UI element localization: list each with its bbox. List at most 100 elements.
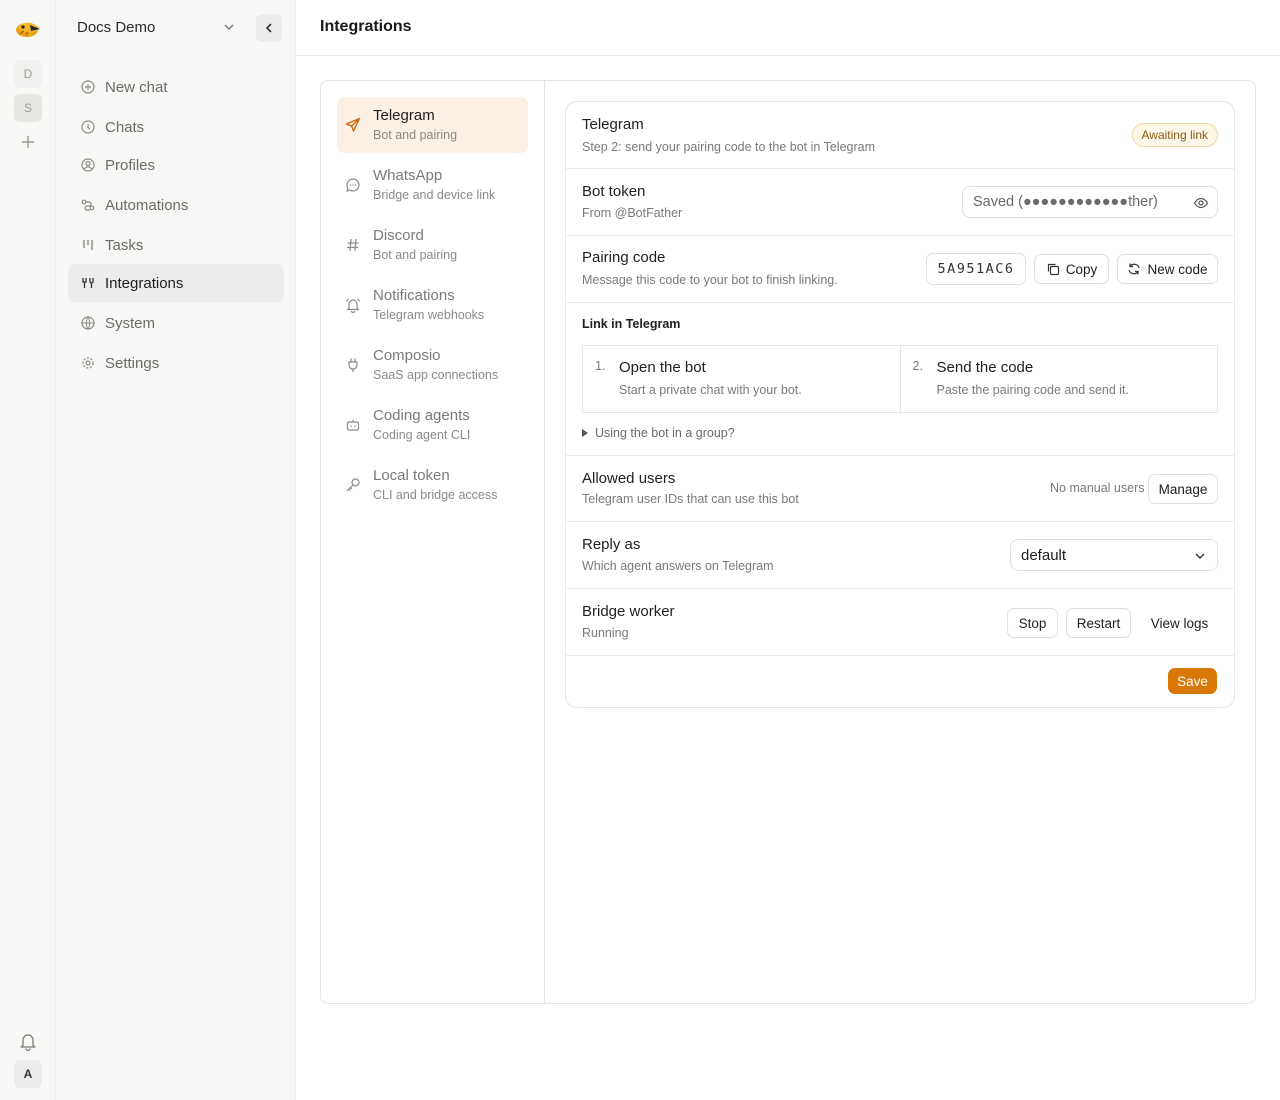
sidebar-item-label: Profiles bbox=[105, 156, 156, 174]
status-badge: Awaiting link bbox=[1131, 123, 1218, 147]
sidebar-item-label: Settings bbox=[105, 354, 160, 372]
collapse-sidebar-button[interactable] bbox=[256, 14, 282, 42]
plug-icon bbox=[345, 357, 361, 373]
bot-token-hint: From @BotFather bbox=[582, 206, 683, 220]
new-code-label: New code bbox=[1147, 261, 1208, 277]
reply-as-hint: Which agent answers on Telegram bbox=[582, 559, 774, 573]
subnav-item-notifications[interactable]: Notifications Telegram webhooks bbox=[337, 277, 528, 333]
subnav-title: Telegram bbox=[373, 107, 435, 124]
sidebar-item-chats[interactable]: Chats bbox=[68, 108, 284, 146]
sidebar-item-label: Integrations bbox=[105, 274, 184, 292]
eye-icon[interactable] bbox=[1193, 195, 1209, 211]
copy-label: Copy bbox=[1065, 261, 1098, 277]
subnav-title: Local token bbox=[373, 467, 450, 484]
reply-as-select[interactable]: default bbox=[1010, 539, 1218, 571]
bridge-worker-label: Bridge worker bbox=[582, 603, 675, 620]
copy-button[interactable]: Copy bbox=[1034, 254, 1109, 284]
integrations-icon bbox=[81, 276, 95, 290]
workspace-d[interactable]: D bbox=[14, 60, 42, 88]
link-section-title: Link in Telegram bbox=[582, 317, 681, 331]
add-workspace-icon[interactable] bbox=[20, 134, 36, 150]
workspace-rail: D S A bbox=[0, 0, 56, 1100]
page-title: Integrations bbox=[320, 18, 412, 35]
view-logs-button[interactable]: View logs bbox=[1141, 608, 1218, 638]
subnav-item-coding-agents[interactable]: Coding agents Coding agent CLI bbox=[337, 397, 528, 453]
step-number: 1. bbox=[595, 359, 606, 373]
bridge-worker-status: Running bbox=[582, 626, 629, 640]
refresh-icon bbox=[1127, 262, 1141, 276]
user-circle-icon bbox=[81, 158, 95, 172]
step-subtitle: Paste the pairing code and send it. bbox=[936, 383, 1130, 397]
key-icon bbox=[345, 477, 361, 493]
sidebar-item-label: System bbox=[105, 314, 156, 332]
hash-icon bbox=[345, 237, 361, 253]
subnav-subtitle: Bot and pairing bbox=[373, 128, 458, 142]
globe-icon bbox=[81, 316, 95, 330]
sidebar-item-new-chat[interactable]: New chat bbox=[68, 68, 284, 106]
bot-token-label: Bot token bbox=[582, 183, 646, 200]
reply-as-value: default bbox=[1021, 546, 1067, 564]
pairing-code-row: Pairing code Message this code to your b… bbox=[566, 236, 1234, 303]
step-title: Send the code bbox=[936, 359, 1034, 376]
workspace-s[interactable]: S bbox=[14, 94, 42, 122]
link-steps: 1. Open the bot Start a private chat wit… bbox=[582, 345, 1218, 413]
subnav-item-discord[interactable]: Discord Bot and pairing bbox=[337, 217, 528, 273]
pairing-code-value: 5A951AC6 bbox=[926, 253, 1026, 285]
sidebar-item-label: Chats bbox=[105, 118, 145, 136]
subnav-subtitle: SaaS app connections bbox=[373, 368, 499, 382]
subnav-subtitle: Telegram webhooks bbox=[373, 308, 485, 322]
subnav-subtitle: Coding agent CLI bbox=[373, 428, 471, 442]
card-header: Telegram Step 2: send your pairing code … bbox=[566, 102, 1234, 169]
copy-icon bbox=[1046, 262, 1060, 276]
sidebar-item-profiles[interactable]: Profiles bbox=[68, 146, 284, 184]
allowed-users-label: Allowed users bbox=[582, 470, 676, 487]
telegram-card: Telegram Step 2: send your pairing code … bbox=[565, 101, 1235, 708]
sidebar-item-settings[interactable]: Settings bbox=[68, 344, 284, 382]
sidebar: Docs Demo New chat Chats Profiles Automa… bbox=[56, 0, 296, 1100]
sidebar-item-integrations[interactable]: Integrations bbox=[68, 264, 284, 302]
clock-icon bbox=[81, 120, 95, 134]
app-logo-icon[interactable] bbox=[14, 16, 42, 40]
group-usage-disclosure[interactable]: Using the bot in a group? bbox=[582, 426, 735, 440]
subnav-title: WhatsApp bbox=[373, 167, 443, 184]
subnav-item-local-token[interactable]: Local token CLI and bridge access bbox=[337, 457, 528, 513]
bot-token-input[interactable]: Saved (●●●●●●●●●●●●ther) bbox=[962, 186, 1218, 218]
integrations-subnav: Telegram Bot and pairing WhatsApp Bridge… bbox=[321, 81, 545, 1003]
restart-button[interactable]: Restart bbox=[1066, 608, 1131, 638]
page-header: Integrations bbox=[296, 0, 1280, 56]
allowed-users-row: Allowed users Telegram user IDs that can… bbox=[566, 456, 1234, 522]
sidebar-item-automations[interactable]: Automations bbox=[68, 186, 284, 224]
sidebar-item-label: Tasks bbox=[105, 236, 144, 254]
workspace-name[interactable]: Docs Demo bbox=[77, 19, 155, 36]
stop-button[interactable]: Stop bbox=[1007, 608, 1058, 638]
bridge-worker-row: Bridge worker Running Stop Restart View … bbox=[566, 589, 1234, 656]
send-icon bbox=[345, 117, 361, 133]
sidebar-nav: New chat Chats Profiles Automations Task… bbox=[68, 68, 284, 382]
step-number: 2. bbox=[912, 359, 923, 373]
integrations-panel: Telegram Bot and pairing WhatsApp Bridge… bbox=[320, 80, 1256, 1004]
sidebar-item-system[interactable]: System bbox=[68, 304, 284, 342]
card-subtitle: Step 2: send your pairing code to the bo… bbox=[582, 140, 876, 154]
allowed-users-status: No manual users bbox=[1050, 481, 1145, 495]
subnav-item-telegram[interactable]: Telegram Bot and pairing bbox=[337, 97, 528, 153]
subnav-item-composio[interactable]: Composio SaaS app connections bbox=[337, 337, 528, 393]
gear-icon bbox=[81, 356, 95, 370]
pairing-code-hint: Message this code to your bot to finish … bbox=[582, 273, 838, 287]
bell-ring-icon bbox=[345, 297, 361, 314]
step-subtitle: Start a private chat with your bot. bbox=[619, 383, 802, 397]
new-code-button[interactable]: New code bbox=[1117, 254, 1218, 284]
sidebar-item-tasks[interactable]: Tasks bbox=[68, 226, 284, 264]
save-button[interactable]: Save bbox=[1168, 668, 1217, 694]
chevron-down-icon[interactable] bbox=[222, 20, 236, 34]
bell-icon[interactable] bbox=[20, 1033, 36, 1052]
bot-token-value: Saved (●●●●●●●●●●●●ther) bbox=[973, 194, 1158, 210]
robot-icon bbox=[345, 417, 361, 433]
chevron-down-icon bbox=[1193, 549, 1207, 563]
sidebar-item-label: Automations bbox=[105, 196, 189, 214]
manage-users-button[interactable]: Manage bbox=[1148, 474, 1218, 504]
link-section: Link in Telegram 1. Open the bot Start a… bbox=[566, 303, 1234, 456]
chevron-left-icon bbox=[265, 23, 272, 33]
avatar[interactable]: A bbox=[14, 1060, 42, 1088]
step-title: Open the bot bbox=[619, 359, 706, 376]
subnav-item-whatsapp[interactable]: WhatsApp Bridge and device link bbox=[337, 157, 528, 213]
